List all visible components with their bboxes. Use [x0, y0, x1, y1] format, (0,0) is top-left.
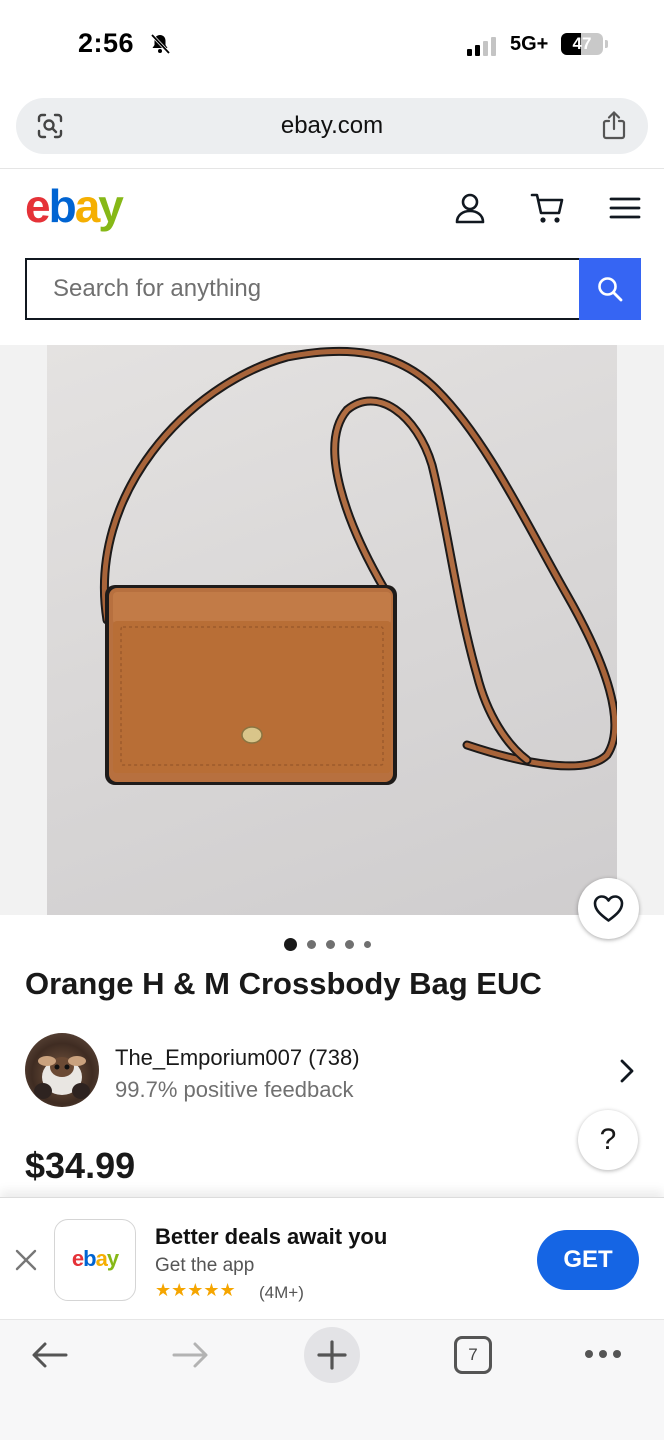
more-options-icon[interactable]: [584, 1348, 622, 1360]
logo-letter-b: b: [48, 180, 77, 232]
rating-stars: ★★★★★: [155, 1280, 236, 1300]
url-text[interactable]: ebay.com: [16, 112, 648, 140]
banner-subtitle: Get the app: [155, 1255, 255, 1276]
share-icon[interactable]: [600, 110, 628, 140]
search-field[interactable]: [25, 258, 581, 320]
person-icon[interactable]: [452, 190, 488, 226]
cell-signal-icon: [467, 36, 496, 56]
tab-switcher-button[interactable]: 7: [454, 1336, 492, 1374]
banner-title: Better deals await you: [155, 1224, 388, 1249]
tile-letter-e: e: [71, 1246, 84, 1271]
browser-toolbar: 7: [0, 1319, 664, 1440]
seller-name[interactable]: The_Emporium007 (738): [115, 1045, 360, 1071]
app-install-banner: ebay Better deals await you Get the app …: [0, 1197, 664, 1319]
crossbody-bag-image: [99, 346, 617, 785]
carousel-dots[interactable]: [284, 938, 371, 951]
back-arrow-icon[interactable]: [30, 1340, 70, 1370]
search-input[interactable]: [27, 260, 581, 318]
logo-letter-e: e: [25, 180, 51, 232]
help-button[interactable]: ?: [578, 1110, 638, 1170]
tile-letter-a: a: [95, 1246, 108, 1271]
cart-icon[interactable]: [530, 190, 566, 226]
seller-avatar[interactable]: [25, 1033, 99, 1107]
network-type: 5G+: [510, 33, 549, 55]
search-button[interactable]: [579, 258, 641, 320]
carousel-dot[interactable]: [284, 938, 297, 951]
seller-avatar-image: [34, 1056, 90, 1099]
logo-letter-y: y: [98, 180, 124, 232]
ebay-app-icon[interactable]: ebay: [54, 1219, 136, 1301]
seller-feedback: 99.7% positive feedback: [115, 1077, 354, 1102]
battery-cap: [605, 40, 608, 48]
product-title: Orange H & M Crossbody Bag EUC: [25, 966, 542, 1001]
search-icon: [598, 277, 623, 302]
carousel-dot[interactable]: [364, 941, 371, 948]
tile-letter-y: y: [106, 1246, 119, 1271]
close-icon[interactable]: [14, 1248, 38, 1272]
rating-count: (4M+): [259, 1283, 304, 1302]
get-app-button[interactable]: GET: [537, 1230, 639, 1290]
ebay-logo[interactable]: ebay: [25, 180, 124, 232]
battery-icon: 47: [561, 33, 603, 55]
chevron-right-icon[interactable]: [616, 1057, 638, 1085]
address-bar[interactable]: ebay.com: [16, 98, 648, 154]
forward-arrow-icon[interactable]: [170, 1340, 210, 1370]
product-photo[interactable]: [47, 345, 617, 915]
battery-level: 47: [572, 34, 592, 53]
silent-bell-icon: [150, 33, 171, 55]
plus-icon: [317, 1340, 347, 1370]
tile-letter-b: b: [83, 1246, 96, 1271]
header-divider: [0, 168, 664, 169]
product-price: $34.99: [25, 1145, 136, 1186]
watch-heart-button[interactable]: [578, 878, 639, 939]
product-image-carousel[interactable]: [0, 345, 664, 915]
status-time: 2:56: [78, 28, 135, 58]
heart-icon: [593, 895, 624, 922]
carousel-dot[interactable]: [345, 940, 354, 949]
new-tab-button[interactable]: [304, 1327, 360, 1383]
carousel-dot[interactable]: [326, 940, 335, 949]
carousel-dot[interactable]: [307, 940, 316, 949]
hamburger-menu-icon[interactable]: [607, 190, 643, 226]
logo-letter-a: a: [74, 180, 101, 232]
status-bar: 2:56 5G+ 47: [0, 0, 664, 92]
